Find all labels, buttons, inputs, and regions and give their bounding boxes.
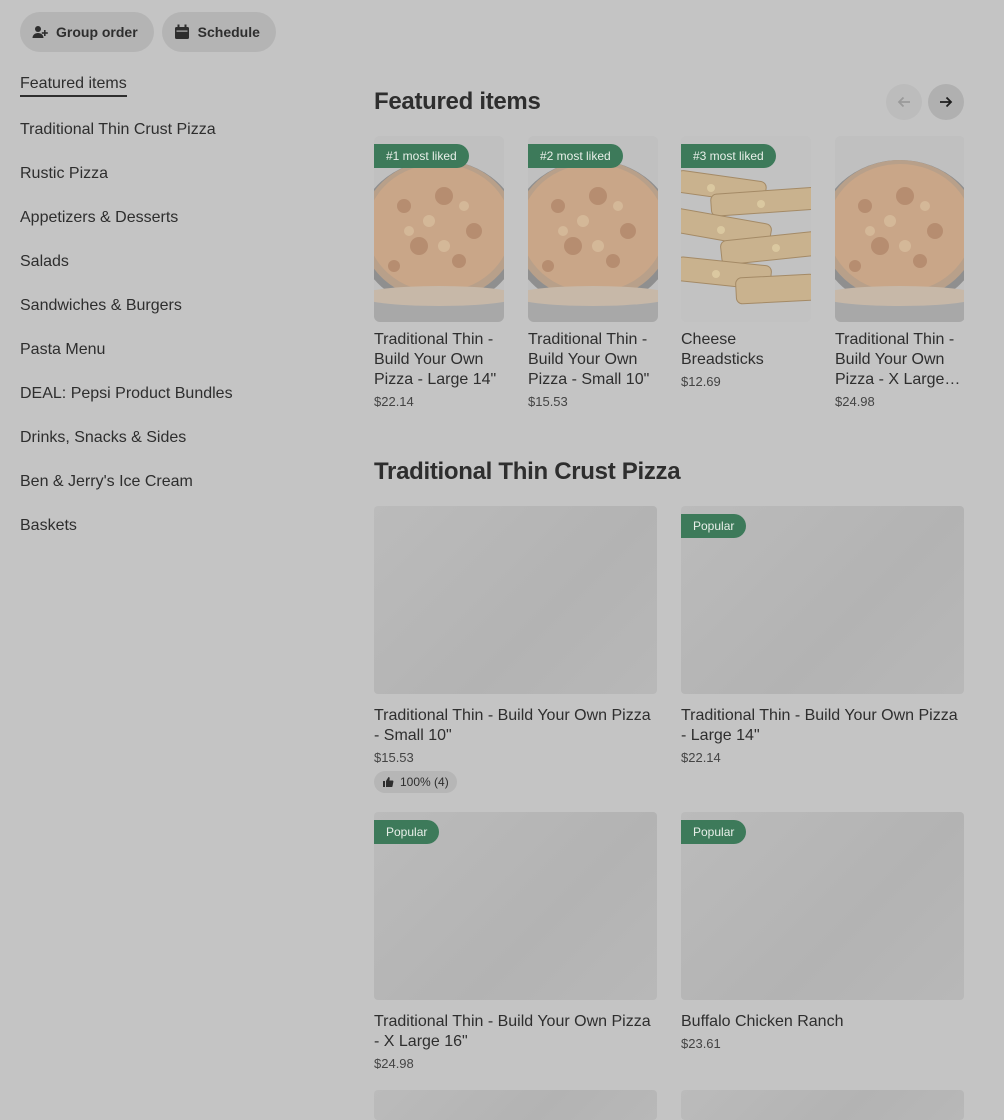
item-image-placeholder (681, 1090, 964, 1120)
sidebar-item-label: Appetizers & Desserts (20, 209, 179, 226)
item-name: Cheese Breadsticks (681, 331, 764, 368)
sidebar-item-label: Baskets (20, 517, 77, 534)
sidebar-item-baskets[interactable]: Baskets (20, 504, 340, 548)
sidebar-item-ben-jerrys[interactable]: Ben & Jerry's Ice Cream (20, 460, 340, 504)
sidebar-item-sandwiches-burgers[interactable]: Sandwiches & Burgers (20, 284, 340, 328)
most-liked-badge: #2 most liked (528, 144, 623, 168)
menu-item-card[interactable] (681, 1090, 964, 1120)
sidebar-item-deal-pepsi-bundles[interactable]: DEAL: Pepsi Product Bundles (20, 372, 340, 416)
featured-item-card[interactable]: #1 most liked Traditional Thin - Build Y… (374, 136, 504, 409)
sidebar-item-label: Drinks, Snacks & Sides (20, 429, 187, 446)
popular-badge: Popular (681, 514, 747, 538)
featured-header: Featured items (374, 84, 964, 120)
menu-item-card[interactable]: Popular Traditional Thin - Build Your Ow… (374, 812, 657, 1071)
traditional-section-title: Traditional Thin Crust Pizza (374, 458, 681, 485)
menu-item-card[interactable]: Popular Buffalo Chicken Ranch $23.61 (681, 812, 964, 1051)
featured-carousel: #1 most liked Traditional Thin - Build Y… (374, 136, 964, 416)
item-price: $22.14 (681, 750, 721, 765)
group-order-label: Group order (56, 24, 138, 40)
sidebar-item-label: Featured items (20, 75, 127, 97)
item-price: $23.61 (681, 1036, 721, 1051)
calendar-icon (174, 24, 189, 39)
item-image-placeholder: Popular (374, 812, 657, 1000)
item-image-placeholder: Popular (681, 812, 964, 1000)
arrow-right-icon (940, 96, 953, 108)
featured-item-card[interactable]: #2 most liked Traditional Thin - Build Y… (528, 136, 658, 409)
sidebar-item-featured-items[interactable]: Featured items (20, 64, 340, 108)
menu-item-card[interactable]: Popular Traditional Thin - Build Your Ow… (681, 506, 964, 765)
sidebar-item-label: Rustic Pizza (20, 165, 109, 182)
item-price: $15.53 (528, 394, 568, 409)
category-sidebar: Featured items Traditional Thin Crust Pi… (20, 64, 340, 548)
rating-badge: 100% (4) (374, 771, 457, 793)
item-name: Traditional Thin - Build Your Own Pizza … (835, 331, 955, 388)
sidebar-item-label: Salads (20, 253, 69, 270)
pizza-photo (835, 136, 964, 322)
breadsticks-image: #3 most liked (681, 136, 811, 322)
item-name: Traditional Thin - Build Your Own Pizza … (374, 707, 651, 744)
item-image-placeholder (374, 1090, 657, 1120)
popular-badge: Popular (374, 820, 440, 844)
sidebar-item-salads[interactable]: Salads (20, 240, 340, 284)
item-image-placeholder (374, 506, 657, 694)
sidebar-item-pasta-menu[interactable]: Pasta Menu (20, 328, 340, 372)
item-name: Traditional Thin - Build Your Own Pizza … (528, 331, 650, 388)
item-price: $15.53 (374, 750, 414, 765)
sidebar-item-label: DEAL: Pepsi Product Bundles (20, 385, 233, 402)
item-name: Buffalo Chicken Ranch (681, 1013, 844, 1030)
sidebar-item-label: Sandwiches & Burgers (20, 297, 182, 314)
add-person-icon (32, 26, 48, 38)
popular-badge: Popular (681, 820, 747, 844)
pizza-image: #2 most liked (528, 136, 658, 322)
item-price: $12.69 (681, 374, 721, 389)
item-name: Traditional Thin - Build Your Own Pizza … (374, 1013, 651, 1050)
carousel-prev-button[interactable] (886, 84, 922, 120)
pizza-image (835, 136, 964, 322)
rating-text: 100% (4) (400, 775, 449, 789)
item-image-placeholder: Popular (681, 506, 964, 694)
item-price: $22.14 (374, 394, 414, 409)
top-actions: Group order Schedule (20, 12, 276, 52)
most-liked-badge: #3 most liked (681, 144, 776, 168)
menu-item-card[interactable]: Traditional Thin - Build Your Own Pizza … (374, 506, 657, 793)
arrow-left-icon (897, 96, 910, 108)
thumbs-up-icon (383, 777, 394, 787)
item-price: $24.98 (835, 394, 875, 409)
schedule-button[interactable]: Schedule (161, 12, 276, 52)
featured-item-card[interactable]: #3 most liked Cheese Breadsticks $12.69 (681, 136, 811, 389)
pizza-image: #1 most liked (374, 136, 504, 322)
most-liked-badge: #1 most liked (374, 144, 469, 168)
group-order-button[interactable]: Group order (20, 12, 154, 52)
sidebar-item-label: Traditional Thin Crust Pizza (20, 121, 216, 138)
featured-title: Featured items (374, 88, 541, 115)
sidebar-item-label: Ben & Jerry's Ice Cream (20, 473, 193, 490)
item-name: Traditional Thin - Build Your Own Pizza … (374, 331, 497, 388)
featured-item-card[interactable]: Traditional Thin - Build Your Own Pizza … (835, 136, 964, 409)
sidebar-item-drinks-snacks-sides[interactable]: Drinks, Snacks & Sides (20, 416, 340, 460)
menu-item-card[interactable] (374, 1090, 657, 1120)
sidebar-item-appetizers-desserts[interactable]: Appetizers & Desserts (20, 196, 340, 240)
item-price: $24.98 (374, 1056, 414, 1071)
sidebar-item-rustic-pizza[interactable]: Rustic Pizza (20, 152, 340, 196)
item-name: Traditional Thin - Build Your Own Pizza … (681, 707, 958, 744)
sidebar-item-label: Pasta Menu (20, 341, 106, 358)
sidebar-item-traditional-thin-crust-pizza[interactable]: Traditional Thin Crust Pizza (20, 108, 340, 152)
carousel-controls (886, 84, 964, 120)
carousel-next-button[interactable] (928, 84, 964, 120)
schedule-label: Schedule (197, 24, 260, 40)
